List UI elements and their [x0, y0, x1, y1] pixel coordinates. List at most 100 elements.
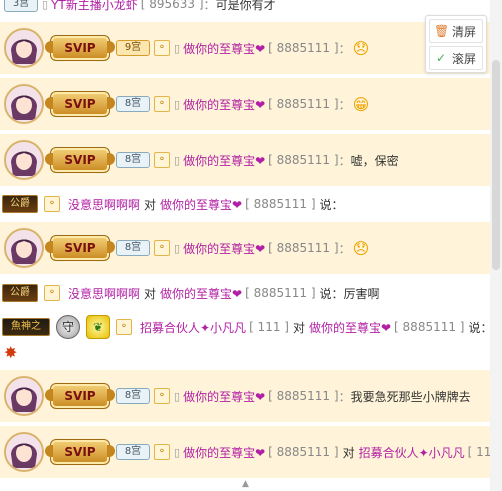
target-username[interactable]: 招募合伙人✦小凡凡 [359, 444, 465, 461]
to-word: 对 [292, 320, 305, 335]
user-id: [ 8885111 ] [245, 197, 316, 211]
to-word: 对 [342, 445, 355, 460]
user-id: [ 8885111 ] [268, 241, 339, 255]
emoji-icon: 😞 [352, 238, 370, 258]
separator: ： [338, 97, 351, 112]
svip-badge: SVIP [45, 235, 115, 261]
username[interactable]: 做你的至尊宝❤ [183, 240, 265, 257]
username[interactable]: 做你的至尊宝❤ [183, 96, 265, 113]
avatar-image [6, 142, 42, 178]
user-id: [ 8885111 ] [268, 41, 339, 55]
chat-message: 公爵 ⚬ 没意思啊啊啊 对 做你的至尊宝❤ [ 8885111 ] 说： [0, 194, 490, 214]
level-badge: 9宫 [116, 40, 150, 56]
rank-badge: 公爵 [2, 195, 38, 213]
chat-message-top: 3宫 ▯ YT新主播小龙虾 [ 895633 ] ： 可是你有才 [0, 0, 490, 12]
avatar[interactable] [4, 228, 44, 268]
username[interactable]: 做你的至尊宝❤ [183, 152, 265, 169]
guard-icon: ⚬ [116, 319, 132, 335]
avatar[interactable] [4, 140, 44, 180]
guard-icon: ⚬ [154, 40, 170, 56]
avatar[interactable] [4, 376, 44, 416]
username[interactable]: 做你的至尊宝❤ [183, 40, 265, 57]
svip-badge: SVIP [45, 35, 115, 61]
phone-icon: ▯ [174, 389, 181, 403]
say-word: 说： [319, 197, 344, 212]
emoji-icon: 😁 [352, 94, 370, 114]
message-text: 可是你有才 [215, 0, 276, 12]
chat-panel: 3宫 ▯ YT新主播小龙虾 [ 895633 ] ： 可是你有才 SVIP 9宫… [0, 0, 502, 491]
guard-icon: ⚬ [154, 388, 170, 404]
chat-message: SVIP 8宫 ⚬ ▯ 做你的至尊宝❤ [ 8885111 ] 对 招募合伙人✦… [0, 426, 502, 478]
to-word: 对 [144, 286, 157, 301]
clear-screen-button[interactable]: 🗑 清屏 [429, 19, 483, 43]
separator: ： [203, 0, 216, 12]
phone-icon: ▯ [174, 153, 181, 167]
username[interactable]: 没意思啊啊啊 [68, 196, 140, 213]
separator: ： [338, 153, 351, 168]
avatar-image [6, 378, 42, 414]
emoji-icon: 😞 [352, 38, 370, 58]
shield-icon: 守 [56, 315, 80, 339]
chat-controls-panel: 🗑 清屏 ✓ 滚屏 [425, 15, 487, 73]
auto-scroll-label: 滚屏 [452, 51, 477, 66]
user-id: [ 8885111 ] [268, 97, 339, 111]
chat-message: SVIP 8宫 ⚬ ▯ 做你的至尊宝❤ [ 8885111 ] ： 😁 [0, 78, 490, 130]
separator: ： [338, 389, 351, 404]
message-text: 嘘，保密 [350, 153, 399, 168]
chat-message: SVIP 8宫 ⚬ ▯ 做你的至尊宝❤ [ 8885111 ] ： 嘘，保密 [0, 134, 490, 186]
rank-badge: 魚神之 [2, 318, 50, 336]
to-word: 对 [144, 197, 157, 212]
svip-badge: SVIP [45, 91, 115, 117]
leaf-badge-icon: ❦ [86, 315, 110, 339]
username[interactable]: 招募合伙人✦小凡凡 [140, 319, 246, 336]
user-id: [ 8885111 ] [268, 153, 339, 167]
separator: ： [338, 41, 351, 56]
username[interactable]: 做你的至尊宝❤ [183, 444, 265, 461]
avatar[interactable] [4, 432, 44, 472]
chat-message: SVIP 9宫 ⚬ ▯ 做你的至尊宝❤ [ 8885111 ] ： 😞 [0, 22, 490, 74]
chat-message: 魚神之 守 ❦ ⚬ 招募合伙人✦小凡凡 [ 111 ] 对 做你的至尊宝❤ [ … [0, 313, 493, 341]
avatar[interactable] [4, 84, 44, 124]
avatar-image [6, 30, 42, 66]
phone-icon: ▯ [174, 41, 181, 55]
check-circle-icon: ✓ [435, 51, 447, 65]
level-badge: 3宫 [4, 0, 38, 12]
say-word: 说： [468, 320, 493, 335]
username[interactable]: 没意思啊啊啊 [68, 285, 140, 302]
phone-icon: ▯ [42, 0, 49, 11]
guard-icon: ⚬ [154, 96, 170, 112]
fire-icon: ✸ [4, 343, 18, 362]
scroll-down-arrow-icon[interactable]: ▲ [242, 479, 249, 489]
guard-icon: ⚬ [154, 240, 170, 256]
guard-icon: ⚬ [154, 444, 170, 460]
guard-icon: ⚬ [154, 152, 170, 168]
phone-icon: ▯ [174, 445, 181, 459]
chat-message: 公爵 ⚬ 没意思啊啊啊 对 做你的至尊宝❤ [ 8885111 ] 说： 厉害啊 [0, 283, 490, 303]
user-id: [ 895633 ] [140, 0, 204, 11]
target-username[interactable]: 做你的至尊宝❤ [160, 196, 242, 213]
auto-scroll-button[interactable]: ✓ 滚屏 [429, 46, 483, 70]
svip-badge: SVIP [45, 439, 115, 465]
avatar[interactable] [4, 28, 44, 68]
scrollbar-thumb[interactable] [492, 60, 500, 270]
guard-icon: ⚬ [44, 196, 60, 212]
user-id: [ 8885111 ] [268, 445, 339, 459]
target-user-id: [ 8885111 ] [394, 320, 465, 334]
username[interactable]: 做你的至尊宝❤ [183, 388, 265, 405]
level-badge: 8宫 [116, 96, 150, 112]
chat-message: SVIP 8宫 ⚬ ▯ 做你的至尊宝❤ [ 8885111 ] ： 😞 [0, 222, 490, 274]
username[interactable]: YT新主播小龙虾 [51, 0, 138, 13]
target-username[interactable]: 做你的至尊宝❤ [309, 319, 391, 336]
phone-icon: ▯ [174, 241, 181, 255]
level-badge: 8宫 [116, 388, 150, 404]
target-username[interactable]: 做你的至尊宝❤ [160, 285, 242, 302]
level-badge: 8宫 [116, 444, 150, 460]
clear-screen-label: 清屏 [452, 24, 477, 39]
chat-scrollbar[interactable] [490, 0, 502, 491]
separator: ： [338, 241, 351, 256]
level-badge: 8宫 [116, 152, 150, 168]
phone-icon: ▯ [174, 97, 181, 111]
user-id: [ 8885111 ] [268, 389, 339, 403]
avatar-image [6, 434, 42, 470]
svip-badge: SVIP [45, 147, 115, 173]
